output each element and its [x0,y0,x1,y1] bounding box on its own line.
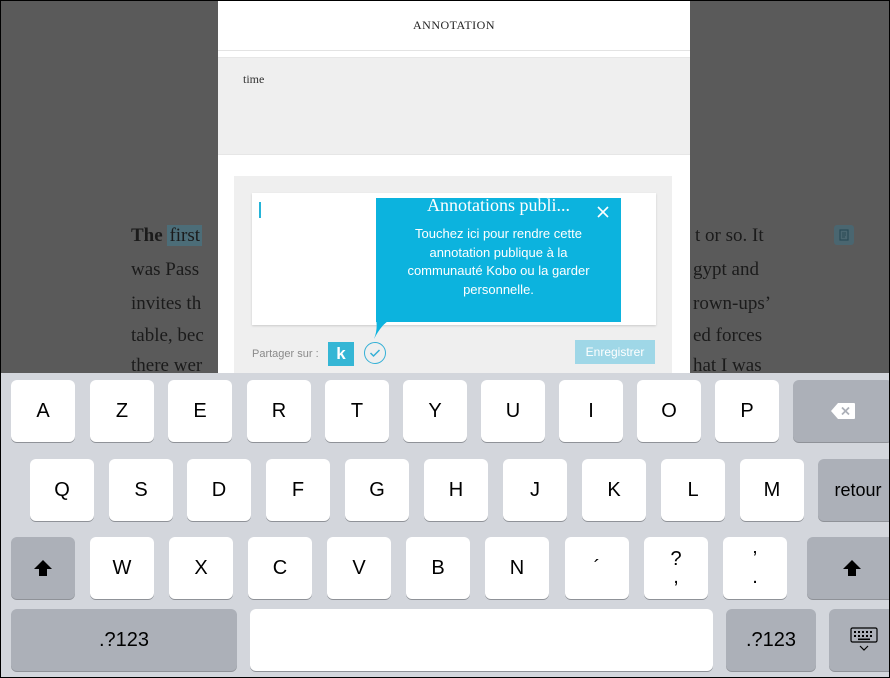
key-l[interactable]: L [661,459,725,521]
key-y[interactable]: Y [403,380,467,442]
key-z[interactable]: Z [90,380,154,442]
book-line-right: t or so. It [695,225,764,246]
key-apostrophe-period[interactable]: ’. [723,537,787,599]
key-m[interactable]: M [740,459,804,521]
key-n[interactable]: N [485,537,549,599]
key-w[interactable]: W [90,537,154,599]
key-e[interactable]: E [168,380,232,442]
space-key[interactable] [250,609,713,671]
key-accent[interactable]: ´ [565,537,629,599]
key-h[interactable]: H [424,459,488,521]
dialog-title: ANNOTATION [218,1,690,51]
book-line-left: The first [131,225,203,246]
book-line-right: gypt and [693,259,759,280]
book-line-left: invites th [131,293,202,314]
key-c[interactable]: C [248,537,312,599]
save-button[interactable]: Enregistrer [575,340,655,364]
key-t[interactable]: T [325,380,389,442]
key-g[interactable]: G [345,459,409,521]
shift-key-right[interactable] [807,537,889,599]
share-label: Partager sur : [252,348,319,360]
key-o[interactable]: O [637,380,701,442]
close-icon[interactable] [596,205,610,219]
book-line-left: was Pass [131,259,200,280]
book-line-right: ed forces [693,325,763,346]
return-key[interactable]: retour [818,459,889,521]
hide-keyboard-icon [850,627,878,651]
tooltip-title: Annotations publi... [427,198,570,215]
book-line-left: table, bec [131,325,204,346]
note-icon-glyph [839,229,849,241]
shift-icon [843,560,861,576]
kobo-share-button[interactable]: k [328,342,354,366]
quoted-passage: time [218,57,690,155]
backspace-key[interactable] [793,380,889,442]
shift-key-left[interactable] [11,537,75,599]
key-d[interactable]: D [187,459,251,521]
book-line-right: rown-ups’ [693,293,772,314]
text-caret [259,202,261,218]
tooltip-body: Touchez ici pour rendre cette annotation… [407,226,590,297]
key-label-bottom: , [673,566,679,588]
key-b[interactable]: B [406,537,470,599]
key-j[interactable]: J [503,459,567,521]
key-q[interactable]: Q [30,459,94,521]
numbers-key-right[interactable]: .?123 [726,609,816,671]
key-k[interactable]: K [582,459,646,521]
note-icon[interactable] [834,225,854,245]
numbers-key-left[interactable]: .?123 [11,609,237,671]
key-s[interactable]: S [109,459,173,521]
tooltip-pointer [374,319,392,339]
quoted-text: time [243,72,265,86]
key-label-bottom: . [752,566,758,588]
key-a[interactable]: A [11,380,75,442]
on-screen-keyboard: A Z E R T Y U I O P Q S D F G H J K L M … [1,373,889,677]
key-u[interactable]: U [481,380,545,442]
key-i[interactable]: I [559,380,623,442]
key-f[interactable]: F [266,459,330,521]
key-p[interactable]: P [715,380,779,442]
hide-keyboard-key[interactable] [829,609,889,671]
screen: The first was Pass invites th table, bec… [0,0,890,678]
key-question-comma[interactable]: ?, [644,537,708,599]
public-annotation-tooltip[interactable]: Annotations publi... Touchez ici pour re… [376,198,621,322]
public-toggle-check-icon[interactable] [364,342,386,364]
key-v[interactable]: V [327,537,391,599]
shift-icon [34,560,52,576]
key-x[interactable]: X [169,537,233,599]
backspace-icon [831,403,855,419]
highlight: first [167,225,203,246]
key-r[interactable]: R [247,380,311,442]
